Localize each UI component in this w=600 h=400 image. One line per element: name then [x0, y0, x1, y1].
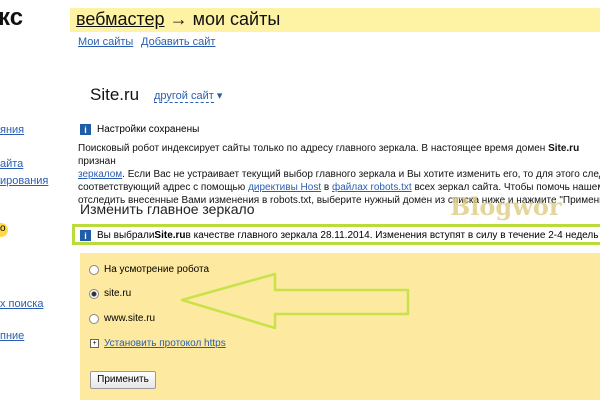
notice-selected-text: в качестве главного зеркала 28.11.2014. …: [185, 230, 599, 241]
notice-selected: i Вы выбрали Site.ru в качестве главного…: [80, 230, 598, 241]
option-site-ru[interactable]: site.ru: [89, 288, 131, 299]
apply-button[interactable]: Применить: [90, 371, 156, 389]
plus-icon: +: [90, 339, 99, 348]
desc-domain: Site.ru: [548, 143, 580, 154]
sidebar-active-item[interactable]: о: [0, 223, 8, 237]
notice-saved: i Настройки сохранены: [80, 124, 199, 135]
option-label: www.site.ru: [104, 313, 156, 324]
sidebar-link-1[interactable]: яния: [0, 124, 24, 136]
sidebar-link-3[interactable]: ирования: [0, 175, 48, 187]
sidebar-link-5[interactable]: х поиска: [0, 298, 43, 310]
desc-text: соответствующий адрес с помощью: [78, 182, 249, 193]
option-www-site-ru[interactable]: www.site.ru: [89, 313, 155, 324]
chevron-down-icon: ▾: [216, 90, 223, 102]
page-header: вебмастер → мои сайты: [70, 8, 600, 32]
desc-text: в: [321, 182, 332, 193]
info-icon: i: [80, 124, 91, 135]
add-site-link[interactable]: Добавить сайт: [141, 36, 215, 48]
desc-text: . Если Вас не устраивает текущий выбор г…: [122, 169, 600, 180]
sidebar-link-2[interactable]: айта: [0, 158, 23, 170]
breadcrumb-webmaster[interactable]: вебмастер: [76, 9, 165, 29]
notice-selected-domain: Site.ru: [154, 230, 186, 241]
mirror-link[interactable]: зеркалом: [78, 169, 122, 180]
radio-button[interactable]: [89, 313, 99, 324]
notice-selected-text: Вы выбрали: [97, 230, 155, 241]
notice-saved-text: Настройки сохранены: [97, 124, 200, 135]
my-sites-link[interactable]: Мои сайты: [78, 36, 133, 48]
info-icon: i: [80, 230, 91, 241]
logo-fragment: кс: [0, 4, 24, 31]
section-title: Изменить главное зеркало: [80, 201, 255, 217]
other-site-label: другой сайт: [154, 90, 214, 103]
desc-text: признан: [78, 156, 116, 167]
watermark: Blogwor: [450, 192, 562, 221]
breadcrumb-current: мои сайты: [192, 9, 281, 29]
https-toggle-label: Установить протокол https: [104, 338, 226, 349]
sidebar-link-6[interactable]: пние: [0, 330, 24, 342]
arrow-annotation-icon: [180, 272, 410, 330]
site-name: Site.ru: [90, 85, 140, 104]
breadcrumb-arrow: →: [169, 9, 188, 29]
option-label: site.ru: [104, 288, 132, 299]
radio-button-checked[interactable]: [89, 288, 99, 299]
robots-txt-link[interactable]: файлах robots.txt: [332, 182, 412, 193]
host-directive-link[interactable]: директивы Host: [248, 182, 321, 193]
other-site-dropdown[interactable]: другой сайт ▾: [154, 89, 223, 103]
https-toggle[interactable]: + Установить протокол https: [90, 338, 226, 349]
desc-text: Поисковый робот индексирует сайты только…: [78, 143, 549, 154]
radio-button[interactable]: [89, 264, 99, 275]
sidebar-active-label: о: [0, 223, 6, 234]
page-title: вебмастер → мои сайты: [76, 9, 280, 30]
